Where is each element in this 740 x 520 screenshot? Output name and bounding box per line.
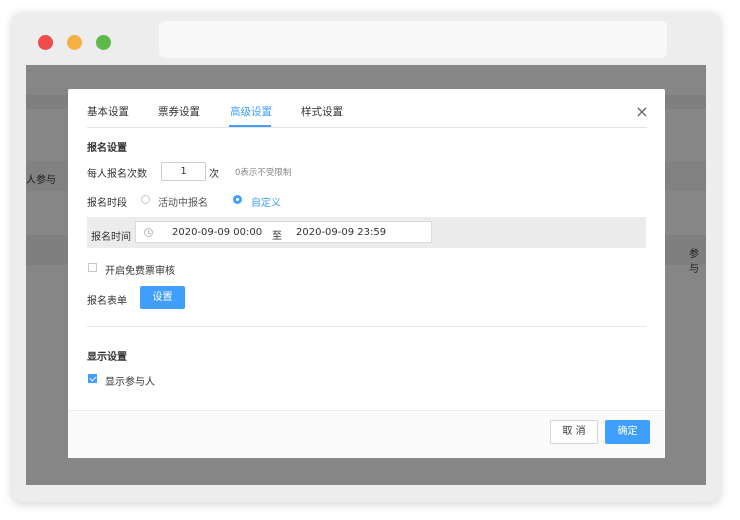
display-section-title: 显示设置 bbox=[87, 352, 127, 363]
range-separator: 至 bbox=[272, 231, 282, 242]
signup-time-label: 报名时间 bbox=[91, 232, 131, 243]
signup-period-label: 报名时段 bbox=[87, 198, 127, 209]
close-icon[interactable]: × bbox=[635, 104, 649, 120]
signup-count-label: 每人报名次数 bbox=[87, 169, 147, 180]
signup-time-row: 报名时间 2020-09-09 00:00 至 2020-09-09 23:59 bbox=[87, 217, 646, 248]
close-window-dot[interactable] bbox=[38, 35, 53, 50]
section-divider bbox=[87, 326, 646, 327]
radio-during-event-label[interactable]: 活动中报名 bbox=[158, 194, 208, 209]
radio-custom[interactable] bbox=[233, 195, 242, 204]
signup-section-title: 报名设置 bbox=[87, 143, 127, 154]
radio-custom-label[interactable]: 自定义 bbox=[251, 194, 281, 209]
signup-form-settings-button[interactable]: 设置 bbox=[140, 286, 185, 309]
signup-form-label: 报名表单 bbox=[87, 296, 127, 307]
show-participants-checkbox[interactable] bbox=[88, 374, 97, 383]
active-tab-indicator bbox=[229, 125, 271, 127]
radio-during-event[interactable] bbox=[141, 195, 150, 204]
show-participants-label[interactable]: 显示参与人 bbox=[105, 373, 155, 388]
tab-ticket-settings[interactable]: 票券设置 bbox=[158, 104, 200, 119]
date-range-picker[interactable]: 2020-09-09 00:00 至 2020-09-09 23:59 bbox=[135, 221, 432, 243]
signup-count-input[interactable]: 1 bbox=[161, 162, 206, 181]
tab-bar: 基本设置 票券设置 高级设置 样式设置 bbox=[87, 89, 647, 128]
confirm-button[interactable]: 确定 bbox=[605, 420, 650, 444]
signup-count-unit: 次 bbox=[209, 169, 219, 180]
tab-style-settings[interactable]: 样式设置 bbox=[301, 104, 343, 119]
clock-icon bbox=[144, 228, 153, 237]
start-time-value[interactable]: 2020-09-09 00:00 bbox=[172, 227, 262, 238]
free-review-label[interactable]: 开启免费票审核 bbox=[105, 262, 175, 277]
tab-advanced-settings[interactable]: 高级设置 bbox=[230, 104, 272, 119]
free-review-checkbox[interactable] bbox=[88, 263, 97, 272]
advanced-settings-dialog: 基本设置 票券设置 高级设置 样式设置 × 报名设置 每人报名次数 1 次 0表… bbox=[68, 89, 665, 458]
end-time-value[interactable]: 2020-09-09 23:59 bbox=[296, 227, 386, 238]
cancel-button[interactable]: 取 消 bbox=[550, 420, 598, 444]
tab-basic-settings[interactable]: 基本设置 bbox=[87, 104, 129, 119]
dialog-footer: 取 消 确定 bbox=[68, 410, 665, 458]
maximize-window-dot[interactable] bbox=[96, 35, 111, 50]
address-bar[interactable] bbox=[159, 21, 667, 58]
minimize-window-dot[interactable] bbox=[67, 35, 82, 50]
signup-count-hint: 0表示不受限制 bbox=[235, 168, 292, 178]
